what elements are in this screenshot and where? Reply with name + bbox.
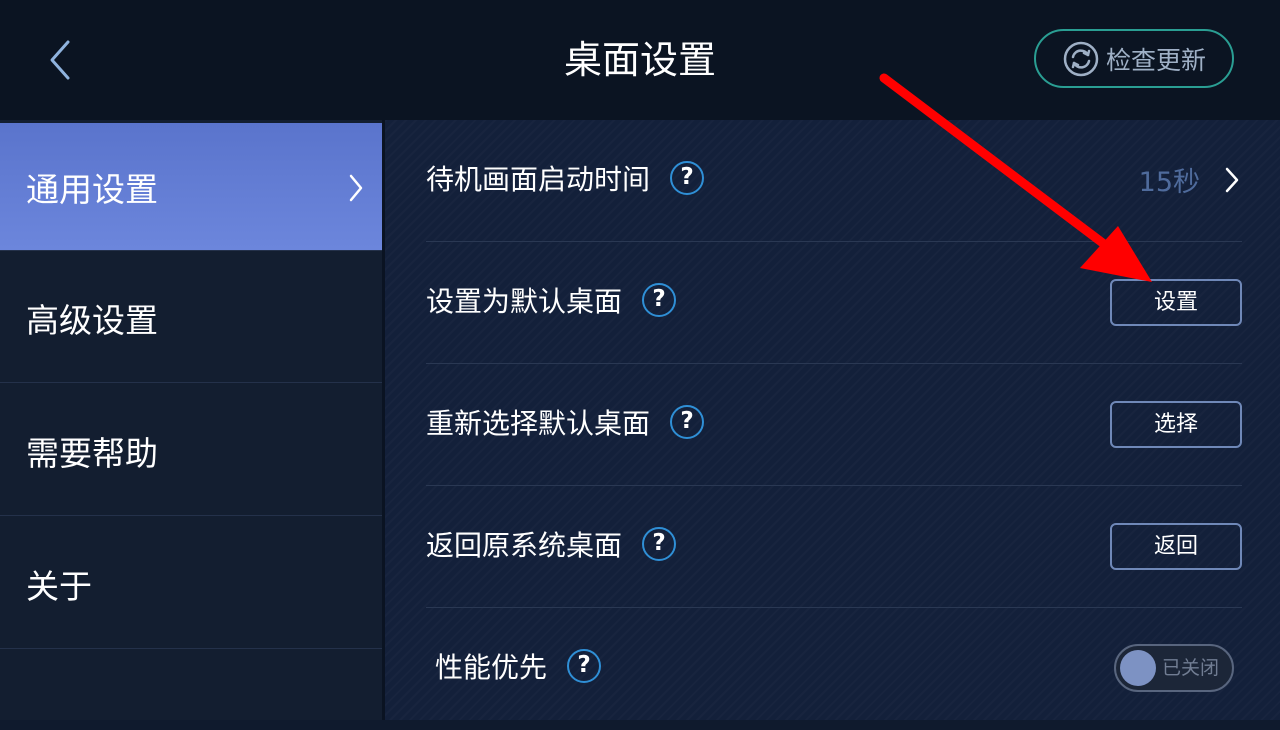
check-update-label: 检查更新 [1105,45,1206,75]
header-bar: 桌面设置 检查更新 [0,0,1280,120]
toggle-knob [1120,650,1156,686]
row-label: 待机画面启动时间 [426,163,651,196]
row-label-wrap: 设置为默认桌面 ? [426,280,677,320]
sidebar: 通用设置 高级设置 需要帮助 关于 [0,120,382,720]
sidebar-item-label: 关于 [26,566,92,606]
sidebar-item-advanced[interactable]: 高级设置 [0,253,382,383]
row-label: 设置为默认桌面 [426,285,623,318]
select-button[interactable]: 选择 [1110,401,1242,448]
toggle-state-label: 已关闭 [1162,657,1220,679]
row-standby-time[interactable]: 待机画面启动时间 ? 15秒 [426,120,1242,242]
return-button[interactable]: 返回 [1110,523,1242,570]
sidebar-item-general[interactable]: 通用设置 [0,123,382,251]
help-icon[interactable]: ? [642,283,677,317]
row-label-wrap: 性能优先 ? [435,646,602,686]
row-label: 返回原系统桌面 [426,529,623,562]
row-label-wrap: 待机画面启动时间 ? [426,158,705,198]
standby-time-value: 15秒 [1138,167,1200,198]
row-reselect-default: 重新选择默认桌面 ? 选择 [426,364,1242,486]
sidebar-item-label: 高级设置 [26,300,158,340]
row-label-wrap: 返回原系统桌面 ? [426,524,677,564]
refresh-icon [1063,41,1099,76]
row-performance: 性能优先 ? 已关闭 [426,608,1242,730]
check-update-button[interactable]: 检查更新 [1034,29,1234,88]
help-icon[interactable]: ? [642,527,677,561]
row-label: 重新选择默认桌面 [426,407,651,440]
help-icon[interactable]: ? [670,405,705,439]
chevron-right-icon[interactable] [1224,166,1240,194]
row-set-default: 设置为默认桌面 ? 设置 [426,242,1242,364]
row-label-wrap: 重新选择默认桌面 ? [426,402,705,442]
row-return-system: 返回原系统桌面 ? 返回 [426,486,1242,608]
chevron-left-icon [50,40,70,80]
sidebar-item-about[interactable]: 关于 [0,519,382,649]
settings-panel: 待机画面启动时间 ? 15秒 设置为默认桌面 ? 设置 重新选择默认桌面 ? 选… [385,120,1280,720]
help-icon[interactable]: ? [567,649,602,683]
back-button[interactable] [42,38,82,82]
sidebar-item-label: 通用设置 [26,169,158,209]
performance-toggle[interactable]: 已关闭 [1114,644,1234,692]
help-icon[interactable]: ? [670,161,705,195]
sidebar-item-label: 需要帮助 [26,433,158,473]
sidebar-item-help[interactable]: 需要帮助 [0,386,382,516]
set-default-button[interactable]: 设置 [1110,279,1242,326]
row-label: 性能优先 [435,651,548,684]
chevron-right-icon [349,174,363,202]
